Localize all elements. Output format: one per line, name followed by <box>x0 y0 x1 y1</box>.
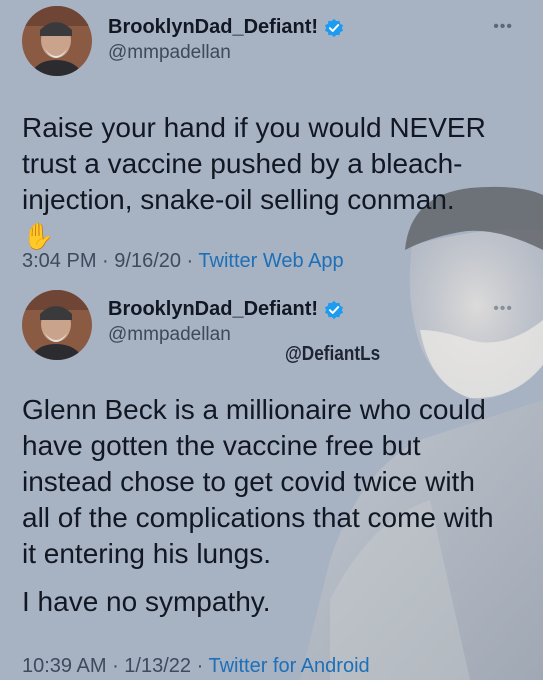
tweet-line: it entering his lungs. <box>22 538 272 569</box>
tweet-line: have gotten the vaccine free but <box>22 430 421 461</box>
source-app[interactable]: Twitter for Android <box>208 655 369 677</box>
verified-badge-icon <box>324 300 344 319</box>
avatar[interactable] <box>22 6 92 76</box>
tweet-meta: 3:04 PM · 9/16/20 · Twitter Web App <box>22 250 344 272</box>
tweet-text: Raise your hand if you would NEVER trust… <box>22 110 492 254</box>
tweet-date[interactable]: 1/13/22 <box>124 655 191 677</box>
tweet-time[interactable]: 10:39 AM <box>22 655 107 677</box>
tweet-meta: 10:39 AM · 1/13/22 · Twitter for Android <box>22 655 370 677</box>
display-name[interactable]: BrooklynDad_Defiant! <box>108 298 318 321</box>
tweet-text: Glenn Beck is a millionaire who could ha… <box>22 392 522 620</box>
more-dots-icon[interactable]: ••• <box>493 300 513 318</box>
more-dots-icon[interactable]: ••• <box>493 18 513 36</box>
tweet-line: all of the complications that come with <box>22 502 494 533</box>
tweet-line: Glenn Beck is a millionaire who could <box>22 394 486 425</box>
raised-hand-icon: ✋ <box>22 221 55 251</box>
tweet-date[interactable]: 9/16/20 <box>114 250 181 272</box>
source-app[interactable]: Twitter Web App <box>198 250 343 272</box>
tweet-body: Raise your hand if you would NEVER trust… <box>22 112 486 215</box>
tweet-line-2: I have no sympathy. <box>22 586 271 617</box>
tweet-line: instead chose to get covid twice with <box>22 466 475 497</box>
avatar-image <box>22 6 92 76</box>
avatar[interactable] <box>22 290 92 360</box>
verified-badge-icon <box>324 18 344 37</box>
handle[interactable]: @mmpadellan <box>108 42 231 64</box>
handle[interactable]: @mmpadellan <box>108 324 231 346</box>
tweet-time[interactable]: 3:04 PM <box>22 250 96 272</box>
avatar-image <box>22 290 92 360</box>
watermark: @DefiantLs <box>285 343 381 365</box>
display-name[interactable]: BrooklynDad_Defiant! <box>108 16 318 39</box>
